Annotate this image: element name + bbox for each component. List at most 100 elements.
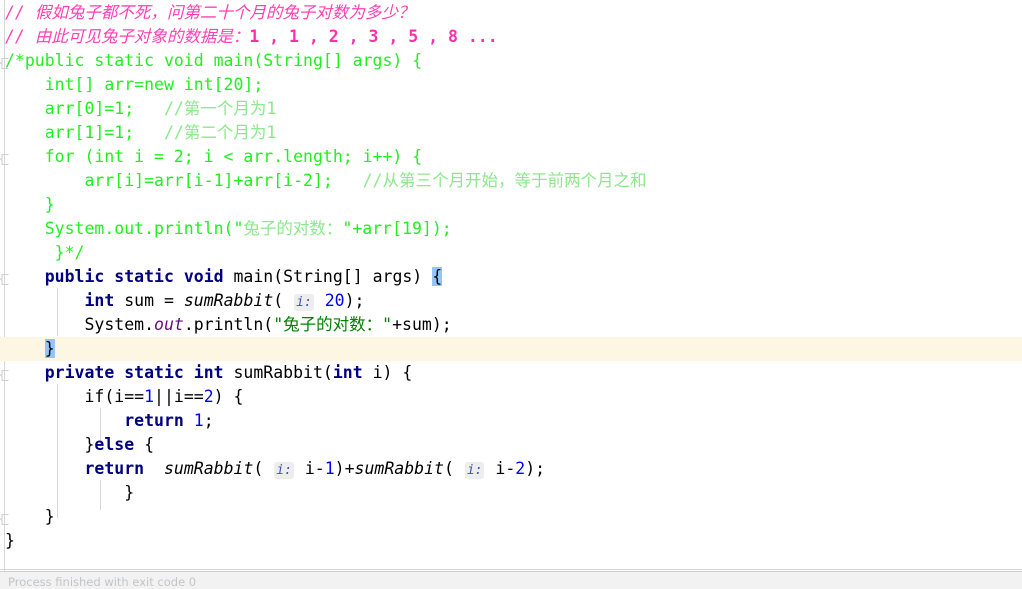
code-line[interactable]: System.out.println("兔子的对数："+sum); — [0, 313, 1022, 337]
code-line[interactable]: int sum = sumRabbit( i: 20); — [0, 289, 1022, 313]
code-line[interactable]: arr[i]=arr[i-1]+arr[i-2]; //从第三个月开始，等于前两… — [0, 169, 1022, 193]
code-line[interactable]: } — [0, 481, 1022, 505]
code-token: for (int i = 2; i < arr.length; i++) { — [5, 147, 423, 166]
code-token: private static int — [44, 363, 234, 382]
code-line-content: int sum = sumRabbit( i: 20); — [0, 289, 1022, 315]
code-line-content: arr[1]=1; //第二个月为1 — [0, 121, 1022, 145]
code-token: ( — [443, 459, 464, 478]
status-bar-text: Process finished with exit code 0 — [8, 575, 197, 589]
code-line[interactable]: if(i==1||i==2) { — [0, 385, 1022, 409]
code-token: "兔子的对数：" — [273, 315, 393, 334]
code-token: ( — [273, 291, 294, 310]
code-token: 兔子的对数： — [243, 219, 343, 238]
code-token: public static void — [44, 267, 234, 286]
code-token: } — [5, 435, 95, 454]
code-line[interactable]: // 假如兔子都不死，问第二十个月的兔子对数为多少？ — [0, 1, 1022, 25]
code-token: return — [84, 459, 155, 478]
code-editor[interactable]: // 假如兔子都不死，问第二十个月的兔子对数为多少？// 由此可见兔子对象的数据… — [0, 0, 1022, 589]
code-token: } — [5, 507, 55, 526]
code-line-content: }else { — [0, 433, 1022, 457]
code-line[interactable]: }else { — [0, 433, 1022, 457]
code-line[interactable]: arr[0]=1; //第一个月为1 — [0, 97, 1022, 121]
code-token: main(String[] args) — [233, 267, 433, 286]
code-token: arr[1]=1; — [5, 123, 164, 142]
code-token: { — [144, 435, 155, 454]
code-line-content: } — [0, 529, 1022, 553]
code-line-content: arr[0]=1; //第一个月为1 — [0, 97, 1022, 121]
code-token: { — [432, 267, 443, 286]
code-token: } — [5, 531, 15, 550]
code-token: "+arr[19]); — [342, 219, 452, 238]
code-line-content: /*public static void main(String[] args)… — [0, 49, 1022, 73]
code-token: } — [5, 483, 135, 502]
code-token: ); — [525, 459, 546, 478]
code-line-content: } — [0, 505, 1022, 529]
code-line[interactable]: // 由此可见兔子对象的数据是：1 , 1 , 2 , 3 , 5 , 8 ..… — [0, 25, 1022, 49]
code-line[interactable]: } — [0, 193, 1022, 217]
parameter-hint[interactable]: i: — [464, 462, 485, 479]
code-line[interactable]: }*/ — [0, 241, 1022, 265]
code-token: //从第三个月开始，等于前两个月之和 — [362, 171, 647, 190]
code-line[interactable]: int[] arr=new int[20]; — [0, 73, 1022, 97]
code-token: /*public static void main(String[] args)… — [5, 51, 423, 70]
code-line-content: public static void main(String[] args) { — [0, 265, 1022, 289]
code-token: arr[0]=1; — [5, 99, 164, 118]
code-token: sumRabbit( — [233, 363, 333, 382]
code-token: 1 — [144, 387, 155, 406]
code-token: out — [154, 315, 184, 334]
code-token: sumRabbit — [183, 291, 274, 310]
code-line-content: System.out.println("兔子的对数："+arr[19]); — [0, 217, 1022, 241]
code-line-content: }*/ — [0, 241, 1022, 265]
code-line[interactable]: return sumRabbit( i: i-1)+sumRabbit( i: … — [0, 457, 1022, 481]
code-token: int — [84, 291, 125, 310]
parameter-hint[interactable]: i: — [274, 462, 294, 479]
code-surface[interactable]: // 假如兔子都不死，问第二十个月的兔子对数为多少？// 由此可见兔子对象的数据… — [0, 0, 1022, 571]
parameter-hint[interactable]: i: — [294, 294, 314, 311]
code-token: return — [124, 411, 194, 430]
code-token: System. — [5, 315, 155, 334]
code-line-content: private static int sumRabbit(int i) { — [0, 361, 1022, 385]
code-token: sumRabbit — [354, 459, 444, 478]
code-token: if(i== — [5, 387, 145, 406]
code-line[interactable]: } — [0, 505, 1022, 529]
code-token: int — [332, 363, 373, 382]
code-token: ); — [344, 291, 365, 310]
code-line-content: int[] arr=new int[20]; — [0, 73, 1022, 97]
code-token: ( — [253, 459, 274, 478]
code-token: ||i== — [154, 387, 204, 406]
code-token: int[] arr=new int[20]; — [5, 75, 264, 94]
code-token: 由此可见兔子对象的数据是： — [34, 27, 250, 46]
code-token: 1 — [193, 411, 204, 430]
code-token: }*/ — [5, 243, 85, 262]
code-token: sumRabbit — [163, 459, 254, 478]
code-line[interactable]: return 1; — [0, 409, 1022, 433]
code-line[interactable]: for (int i = 2; i < arr.length; i++) { — [0, 145, 1022, 169]
code-token: )+ — [334, 459, 355, 478]
code-line[interactable]: public static void main(String[] args) { — [0, 265, 1022, 289]
code-token: arr[i]=arr[i-1]+arr[i-2]; — [5, 171, 363, 190]
code-token: 20 — [324, 291, 345, 310]
code-line-content: return sumRabbit( i: i-1)+sumRabbit( i: … — [0, 457, 1022, 483]
code-token: sum = — [124, 291, 184, 310]
code-token: } — [44, 339, 55, 358]
code-line[interactable]: System.out.println("兔子的对数："+arr[19]); — [0, 217, 1022, 241]
code-token: //第二个月为1 — [163, 123, 277, 142]
code-token: 假如兔子都不死，问第二十个月的兔子对数为多少？ — [34, 3, 415, 22]
code-line[interactable]: } — [0, 337, 1022, 361]
code-line[interactable]: private static int sumRabbit(int i) { — [0, 361, 1022, 385]
code-line-content: for (int i = 2; i < arr.length; i++) { — [0, 145, 1022, 169]
code-token: } — [5, 195, 55, 214]
code-line[interactable]: /*public static void main(String[] args)… — [0, 49, 1022, 73]
code-line-content: return 1; — [0, 409, 1022, 433]
code-line-content: } — [0, 481, 1022, 505]
code-token: ) { — [213, 387, 244, 406]
code-line[interactable]: arr[1]=1; //第二个月为1 — [0, 121, 1022, 145]
code-line[interactable]: } — [0, 529, 1022, 553]
